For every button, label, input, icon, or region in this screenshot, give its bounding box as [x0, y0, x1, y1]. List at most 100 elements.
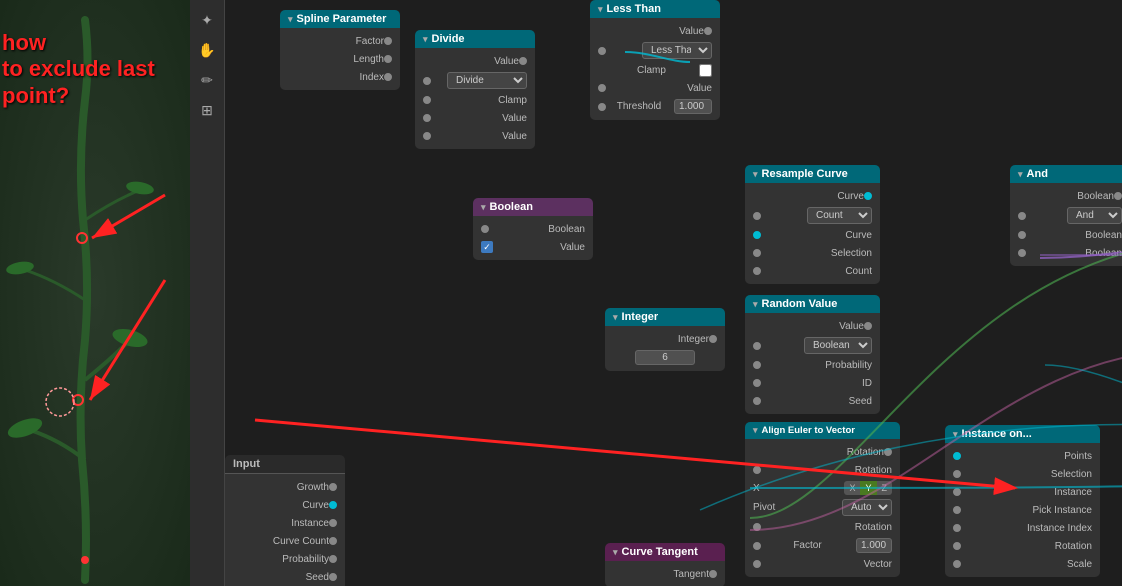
less-than-node: ▾ Less Than Value Less Than Clamp Value — [590, 0, 720, 120]
instance-on-header: ▾ Instance on... — [945, 425, 1100, 443]
lt-value-in: Value — [590, 79, 720, 97]
bool-in-sock — [481, 225, 489, 233]
in-curve: Curve — [225, 496, 345, 514]
rand-prob-sock — [753, 361, 761, 369]
collapse-icon[interactable]: ▾ — [288, 14, 293, 25]
integer-node: ▾ Integer Integer — [605, 308, 725, 371]
less-than-body: Value Less Than Clamp Value Threshold — [590, 18, 720, 120]
val2-socket — [423, 132, 431, 140]
random-type[interactable]: Boolean — [804, 337, 872, 354]
inst-scale-sock — [953, 560, 961, 568]
ae-rotation-out: Rotation — [745, 443, 900, 461]
grab-icon[interactable]: ✋ — [195, 38, 219, 62]
and-title: And — [1027, 168, 1048, 180]
divide-select-row: Divide — [415, 70, 535, 91]
in-growth: Growth — [225, 478, 345, 496]
y-btn[interactable]: Y — [860, 481, 876, 495]
rand-seed: Seed — [745, 392, 880, 410]
in-prob: Probability — [225, 550, 345, 568]
ae-vector-row: Vector — [745, 555, 900, 573]
input-node: Input Growth Curve Instance Curve Count … — [225, 455, 345, 586]
ae-rot-in-sock — [753, 466, 761, 474]
resample-count-sock — [753, 267, 761, 275]
input-header: Input — [225, 455, 345, 474]
less-than-header: ▾ Less Than — [590, 0, 720, 18]
align-euler-header: ▾ Align Euler to Vector — [745, 422, 900, 439]
and-bool2-sock — [1018, 249, 1026, 257]
boolean-checkbox[interactable]: ✓ — [481, 241, 493, 253]
spline-parameter-title: Spline Parameter — [297, 13, 387, 25]
ae-factor-sock — [753, 542, 761, 550]
inst-index: Instance Index — [945, 519, 1100, 537]
integer-input[interactable] — [635, 350, 695, 365]
inst-points: Points — [945, 447, 1100, 465]
inst-pick: Pick Instance — [945, 501, 1100, 519]
ae-factor-input[interactable] — [856, 538, 892, 553]
lt-clamp-cb[interactable] — [699, 64, 712, 77]
pivot-select[interactable]: Auto — [842, 499, 892, 516]
lt-val-in — [598, 84, 606, 92]
resample-curve-out: Curve — [745, 187, 880, 205]
in-instance: Instance — [225, 514, 345, 532]
in-growth-sock — [329, 483, 337, 491]
resample-mode[interactable]: Count — [807, 207, 872, 224]
resample-body: Curve Count Curve Selection Count — [745, 183, 880, 284]
curve-tangent-body: Tangent — [605, 561, 725, 586]
instance-on-body: Points Selection Instance Pick Instance … — [945, 443, 1100, 577]
boolean-body: Boolean ✓ Value — [473, 216, 593, 260]
threshold-input[interactable] — [674, 99, 712, 114]
inst-selection: Selection — [945, 465, 1100, 483]
brush-icon[interactable]: ✏ — [195, 68, 219, 92]
grid-icon[interactable]: ⊞ — [195, 98, 219, 122]
int-out-sock — [709, 335, 717, 343]
lt-type[interactable]: Less Than — [642, 42, 712, 59]
cursor-icon[interactable]: ✦ — [195, 8, 219, 32]
curve-tangent-node: ▾ Curve Tangent Tangent — [605, 543, 725, 586]
resample-out-sock — [864, 192, 872, 200]
divide-body: Value Divide Clamp Value Value — [415, 48, 535, 149]
xyz-buttons[interactable]: X Y Z — [844, 481, 892, 495]
inst-scale: Scale — [945, 555, 1100, 573]
tangent-sock — [709, 570, 717, 578]
rand-prob: Probability — [745, 356, 880, 374]
z-btn[interactable]: Z — [877, 481, 893, 495]
x-btn[interactable]: X — [844, 481, 860, 495]
boolean-title: Boolean — [490, 201, 533, 213]
index-socket — [384, 73, 392, 81]
ae-factor-row: Factor — [745, 536, 900, 555]
inst-instance: Instance — [945, 483, 1100, 501]
curve-tangent-header: ▾ Curve Tangent — [605, 543, 725, 561]
in-curve-count: Curve Count — [225, 532, 345, 550]
and-header: ▾ And — [1010, 165, 1122, 183]
lt-type-row: Less Than — [590, 40, 720, 61]
resample-curve-in: Curve — [745, 226, 880, 244]
resample-count: Count — [745, 262, 880, 280]
ae-xyz-row: X X Y Z — [745, 479, 900, 497]
ae-rotation-in2: Rotation — [745, 518, 900, 536]
inst-pick-sock — [953, 506, 961, 514]
spline-parameter-header: ▾ Spline Parameter — [280, 10, 400, 28]
divide-header: ▾ Divide — [415, 30, 535, 48]
random-out-sock — [864, 322, 872, 330]
ae-rot2-sock — [753, 523, 761, 531]
inst-sel-sock — [953, 470, 961, 478]
random-body: Value Boolean Probability ID Seed — [745, 313, 880, 414]
resample-mode-row: Count — [745, 205, 880, 226]
divide-value-out: Value — [415, 52, 535, 70]
and-bool1: Boolean — [1010, 226, 1122, 244]
resample-header: ▾ Resample Curve — [745, 165, 880, 183]
length-socket — [384, 55, 392, 63]
in-prob-sock — [329, 555, 337, 563]
curve-tangent-title: Curve Tangent — [622, 546, 698, 558]
and-node: ▾ And Boolean And Boolean Boolean — [1010, 165, 1122, 266]
ae-vec-sock — [753, 560, 761, 568]
integer-out: Integer — [605, 330, 725, 348]
divide-mode[interactable]: Divide — [447, 72, 527, 89]
and-mode[interactable]: And — [1067, 207, 1122, 224]
in-seed-sock — [329, 573, 337, 581]
boolean-in-row: Boolean — [473, 220, 593, 238]
divide-node: ▾ Divide Value Divide Clamp Value Va — [415, 30, 535, 149]
align-euler-body: Rotation Rotation X X Y Z Pivot Auto — [745, 439, 900, 577]
divide-out-socket — [519, 57, 527, 65]
lt-clamp: Clamp — [590, 61, 720, 79]
